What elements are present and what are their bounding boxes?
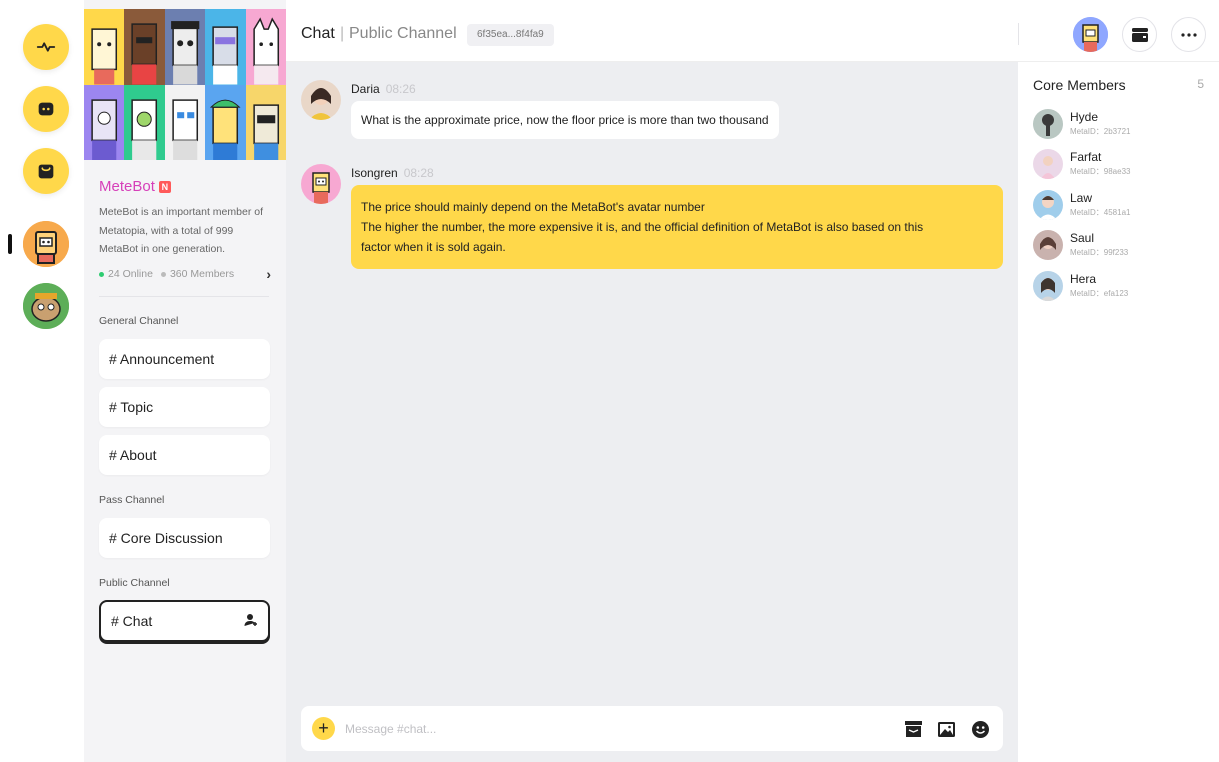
plus-icon: + [318,718,329,738]
store-button[interactable] [23,148,69,194]
channel-id-badge[interactable]: 6f35ea...8f4fa9 [467,24,554,46]
core-members-count: 5 [1197,77,1204,91]
avatar [1033,271,1063,301]
community-name: MeteBot N [99,178,171,195]
chat-area: Daria 08:26 What is the approximate price… [286,62,1018,762]
channel-chat[interactable]: # Chat [99,600,270,642]
community-description: MeteBot is an important member of Metato… [99,206,263,255]
message-time: 08:26 [385,82,416,96]
community-name-text: MeteBot [99,178,155,195]
inbox-button[interactable] [903,719,923,739]
member-item[interactable]: Hera MetaID：efa123 [1033,271,1213,301]
members-dot [160,271,166,277]
store-icon [38,164,54,179]
more-button[interactable] [1171,17,1206,52]
core-members-title: Core Members [1033,77,1126,93]
message-composer: + [301,706,1003,751]
channel-type: Public Channel [349,25,457,42]
message-author[interactable]: Isongren [351,166,398,180]
community-banner [84,9,286,160]
member-name: Hera [1070,272,1097,286]
message-text: What is the approximate price, now the f… [361,113,769,127]
channel-topic[interactable]: # Topic [99,387,270,427]
message-author[interactable]: Daria [351,82,380,96]
message-header: Isongren 08:28 [351,166,434,180]
member-name: Farfat [1070,150,1102,164]
member-item[interactable]: Saul MetaID：99f233 [1033,230,1213,260]
avatar[interactable] [301,80,341,120]
active-indicator [8,234,12,254]
avatar [1033,149,1063,179]
message-text: The higher the number, the more expensiv… [361,220,924,234]
wallet-button[interactable] [1122,17,1157,52]
metebot-community-avatar[interactable] [23,221,69,267]
public-channel-label: Public Channel [99,577,170,589]
image-upload-button[interactable] [936,719,956,739]
activity-icon [36,42,56,52]
message-time: 08:28 [403,166,434,180]
message-bubble: What is the approximate price, now the f… [351,101,779,139]
member-count: 360 Members [169,268,235,280]
member-id: MetaID：efa123 [1070,289,1129,298]
channel-chat-label: # Chat [111,613,153,629]
avatar [1033,109,1063,139]
avatar [1033,230,1063,260]
channel-core-discussion[interactable]: # Core Discussion [99,518,270,558]
wallet-icon [1131,27,1148,42]
more-horizontal-icon [1180,32,1197,37]
divider [99,296,269,297]
inbox-icon [904,721,922,737]
community-sidebar: MeteBot N MeteBot is an important member… [84,0,286,762]
message-input[interactable] [345,718,845,740]
member-name: Saul [1070,231,1095,245]
add-attachment-button[interactable]: + [312,717,335,740]
member-name: Hyde [1070,110,1099,124]
new-badge: N [158,180,171,193]
avatar [1033,190,1063,220]
core-members-panel: Core Members 5 Hyde MetaID：2b3721 Farfat… [1018,62,1219,762]
emoji-button[interactable] [970,719,990,739]
title-separator: | [340,25,345,42]
member-item[interactable]: Hyde MetaID：2b3721 [1033,109,1213,139]
image-icon [937,721,955,737]
chevron-right-icon[interactable]: › [266,266,271,282]
user-avatar[interactable] [1073,17,1108,52]
page-title: Chat [301,25,335,42]
messages-button[interactable] [23,86,69,132]
online-count: 24 Online [108,268,153,280]
app-rail [0,0,84,762]
general-channel-label: General Channel [99,315,179,327]
channel-about[interactable]: # About [99,435,270,475]
header-divider [1018,23,1019,45]
emoji-icon [971,720,989,738]
member-item[interactable]: Farfat MetaID：98ae33 [1033,149,1213,179]
message-bubble: The price should mainly depend on the Me… [351,185,1003,269]
online-dot [99,271,104,277]
message-text: factor when it is sold again. [361,240,506,254]
message-header: Daria 08:26 [351,82,416,96]
green-community-avatar[interactable] [23,283,69,329]
activity-button[interactable] [23,24,69,70]
pass-channel-label: Pass Channel [99,494,165,506]
message-text: The price should mainly depend on the Me… [361,200,705,214]
channel-header: Chat | Public Channel 6f35ea...8f4fa9 [286,0,1219,62]
member-id: MetaID：2b3721 [1070,127,1131,136]
channel-announcement[interactable]: # Announcement [99,339,270,379]
community-stats[interactable]: 24 Online 360 Members › [99,266,271,282]
member-id: MetaID：4581a1 [1070,208,1131,217]
member-name: Law [1070,191,1093,205]
member-id: MetaID：99f233 [1070,248,1129,257]
chat-bubble-icon [38,102,54,116]
member-item[interactable]: Law MetaID：4581a1 [1033,190,1213,220]
add-user-icon[interactable] [244,613,258,630]
avatar[interactable] [301,164,341,204]
member-id: MetaID：98ae33 [1070,167,1131,176]
